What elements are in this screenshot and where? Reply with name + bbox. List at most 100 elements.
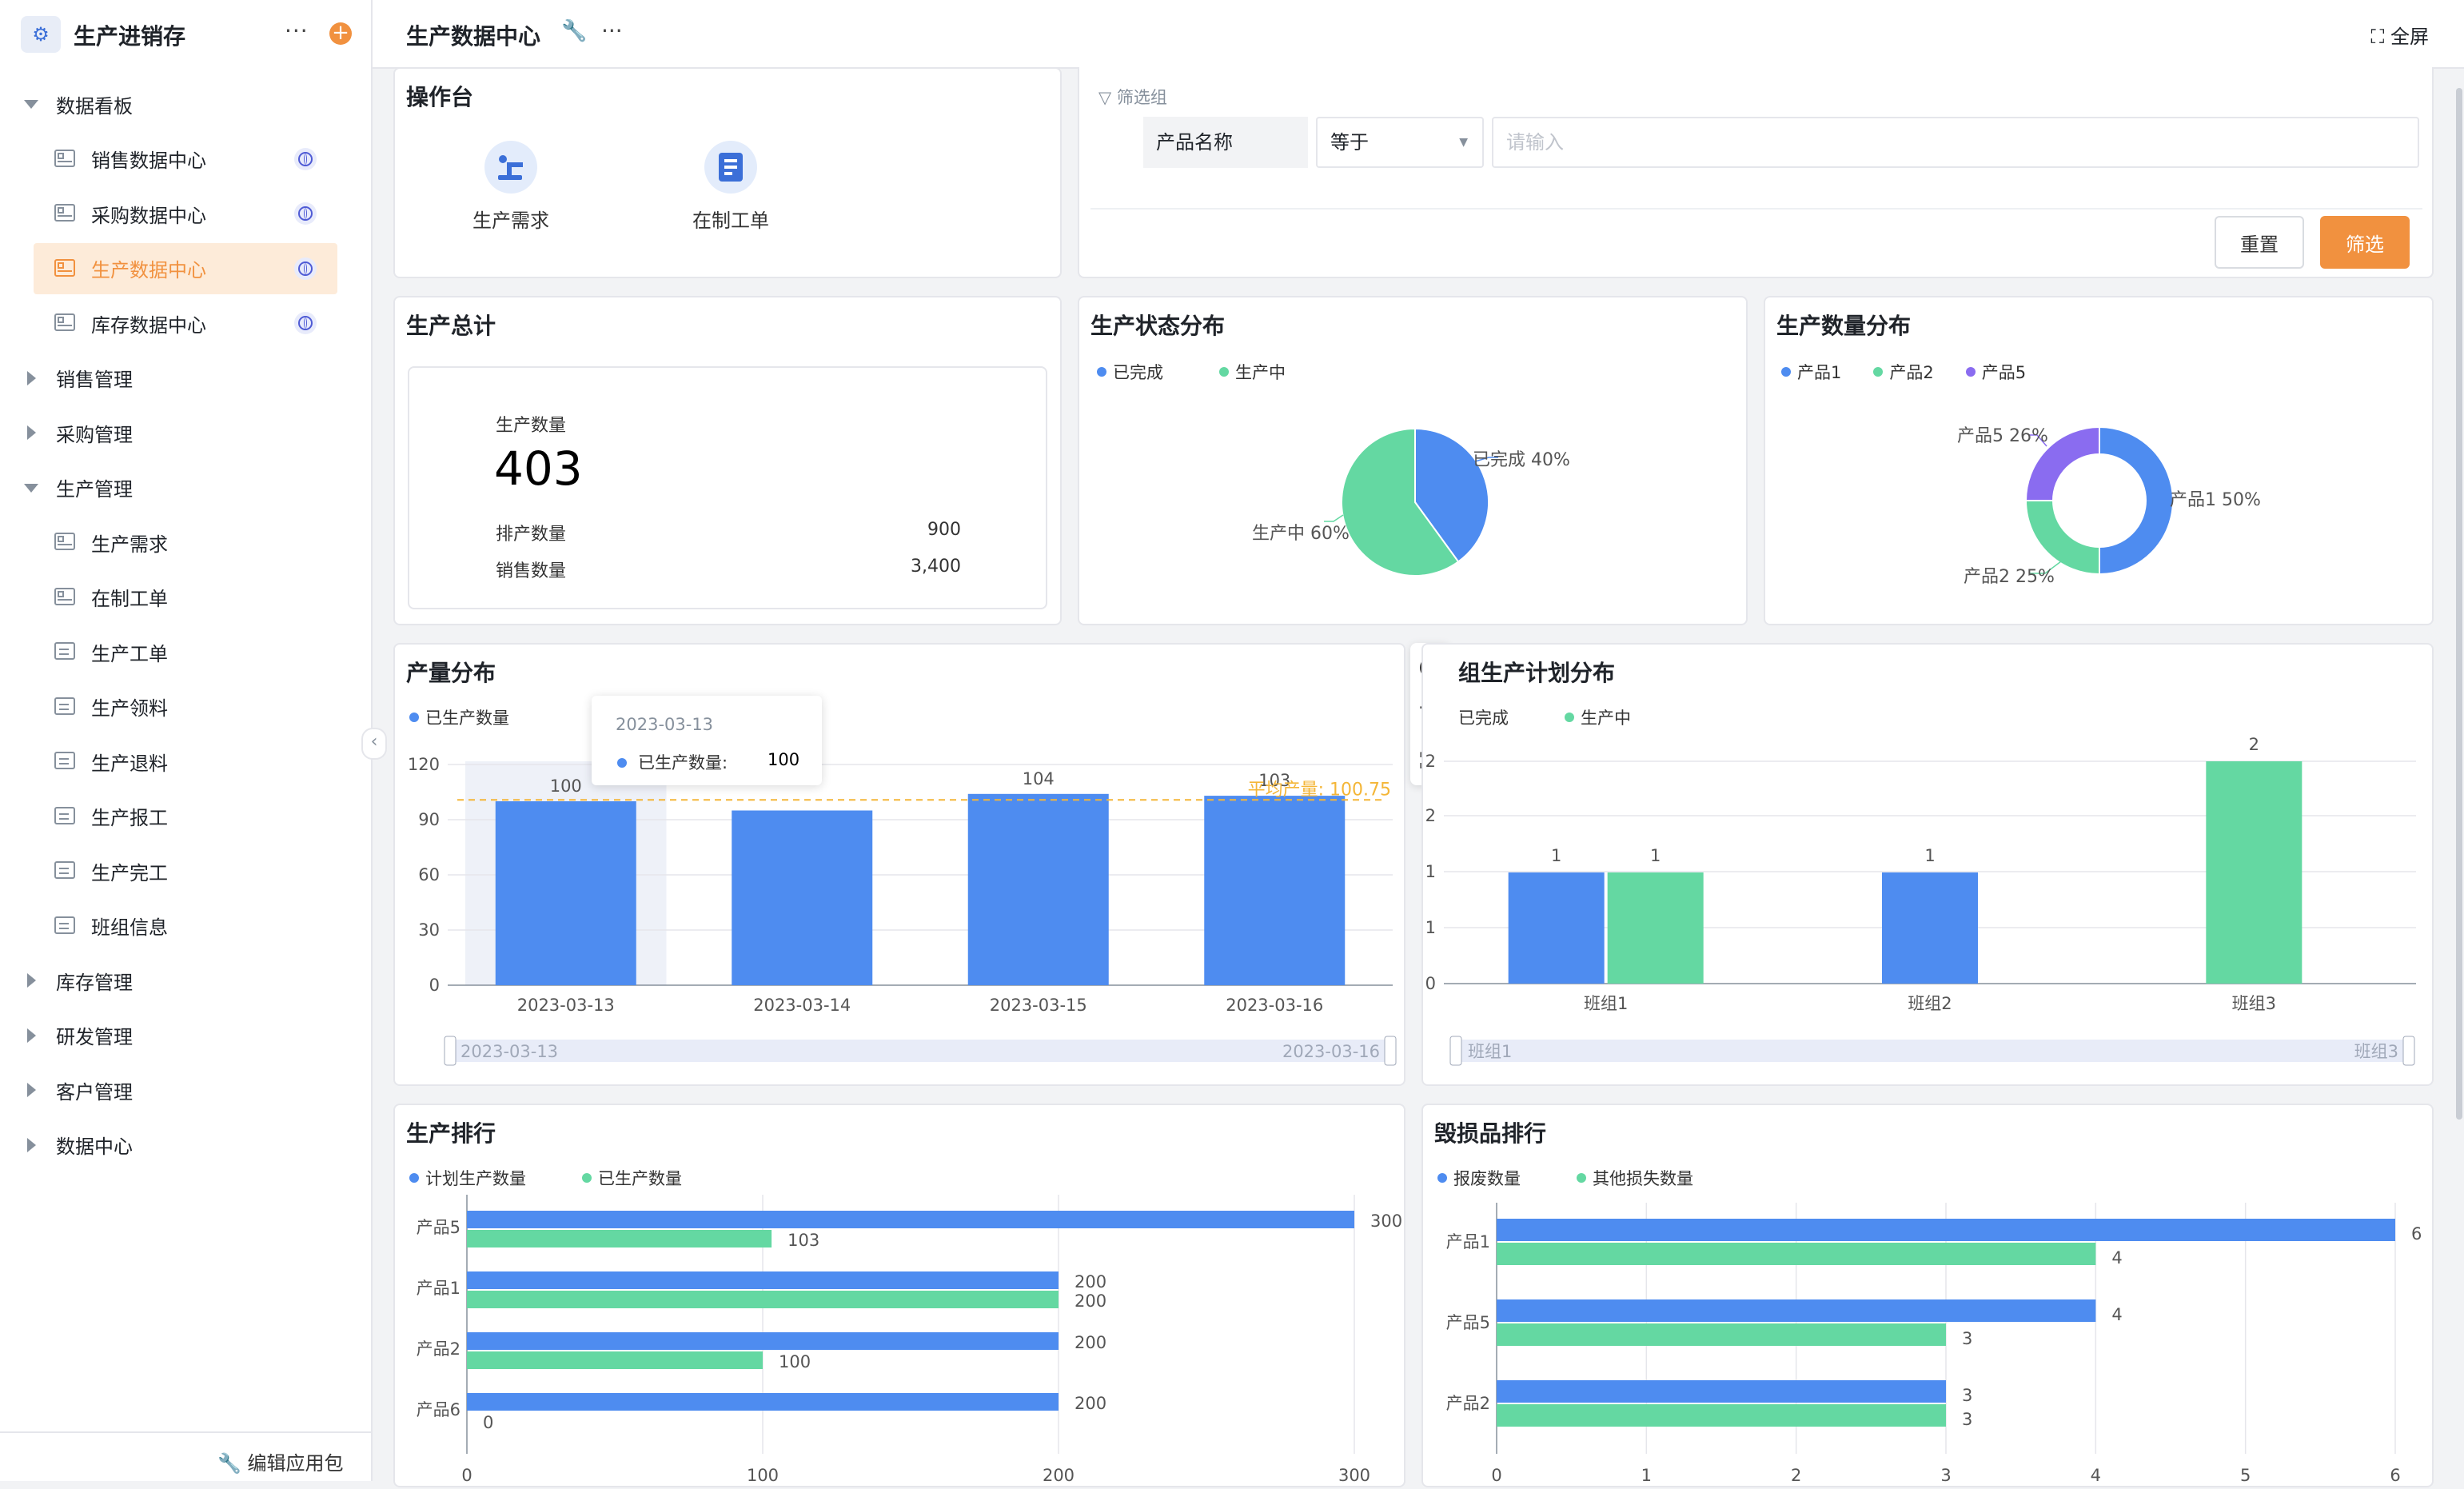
edit-package-button[interactable]: 🔧 编辑应用包 bbox=[217, 1447, 344, 1475]
nav-group[interactable]: 销售管理 bbox=[0, 353, 371, 404]
form-icon bbox=[54, 916, 75, 934]
y-tick-label: 产品6 bbox=[417, 1400, 461, 1419]
page-scrollbar[interactable] bbox=[2456, 88, 2462, 1120]
nav-group[interactable]: 数据中心 bbox=[0, 1120, 371, 1171]
filter-operator-select[interactable]: 等于 ▼ bbox=[1316, 117, 1484, 168]
output-bar-tooltip: 2023-03-13 已生产数量: 100 bbox=[592, 696, 822, 785]
slice-label: 产品2 25% bbox=[1964, 567, 2055, 587]
nav-group[interactable]: 客户管理 bbox=[0, 1064, 371, 1116]
bar bbox=[1508, 872, 1605, 984]
totals-main-value: 403 bbox=[494, 441, 583, 496]
nav-group-label: 研发管理 bbox=[56, 1026, 133, 1048]
app-more-button[interactable]: ··· bbox=[285, 18, 309, 44]
x-tick-label: 300 bbox=[1338, 1466, 1370, 1485]
nav-group[interactable]: 生产管理 bbox=[0, 462, 371, 513]
globe-icon[interactable] bbox=[294, 202, 317, 225]
page-settings-icon[interactable]: 🔧 bbox=[561, 19, 587, 43]
x-tick-label: 0 bbox=[461, 1466, 472, 1485]
nav-group-label: 数据看板 bbox=[56, 94, 133, 118]
dashboard-icon bbox=[54, 204, 75, 222]
sidebar-item-label: 生产数据中心 bbox=[91, 259, 206, 281]
sidebar-item[interactable]: 生产工单 bbox=[34, 626, 337, 677]
console-action-1[interactable]: 在制工单 bbox=[679, 141, 783, 245]
label-line bbox=[1324, 514, 1344, 522]
bar bbox=[967, 793, 1109, 985]
sidebar-item[interactable]: 采购数据中心 bbox=[34, 188, 337, 239]
sidebar-item[interactable]: 班组信息 bbox=[34, 900, 337, 952]
nav-group[interactable]: 数据看板 bbox=[0, 78, 371, 130]
zoom-handle-right bbox=[2402, 1036, 2415, 1066]
reset-button[interactable]: 重置 bbox=[2215, 216, 2304, 269]
donut-slice bbox=[2024, 500, 2100, 576]
bar bbox=[1497, 1404, 1946, 1427]
dashboard-icon bbox=[54, 149, 75, 167]
caret-right-icon bbox=[27, 1137, 36, 1152]
sidebar-item-label: 生产工单 bbox=[91, 642, 168, 665]
add-button[interactable]: + bbox=[329, 22, 352, 45]
bar bbox=[467, 1291, 1059, 1308]
sidebar-item[interactable]: 库存数据中心 bbox=[34, 297, 337, 349]
tooltip-date: 2023-03-13 bbox=[616, 715, 714, 734]
sidebar-item[interactable]: 在制工单 bbox=[34, 572, 337, 623]
globe-icon[interactable] bbox=[294, 257, 317, 280]
globe-icon[interactable] bbox=[294, 312, 317, 334]
nav-group[interactable]: 研发管理 bbox=[0, 1010, 371, 1061]
globe-icon[interactable] bbox=[294, 147, 317, 170]
zoom-start-label: 班组1 bbox=[1468, 1042, 1512, 1061]
y-tick-label: 产品2 bbox=[417, 1339, 461, 1359]
caret-down-icon bbox=[24, 483, 38, 493]
console-action-0[interactable]: 生产需求 bbox=[459, 141, 563, 245]
data-label: 2 bbox=[2249, 735, 2259, 754]
form-icon bbox=[54, 752, 75, 769]
status-pie-chart: 已完成 40% 生产中 60% bbox=[1252, 427, 1570, 577]
filter-field-label: 产品名称 bbox=[1143, 117, 1308, 168]
zoom-handle-left bbox=[444, 1036, 457, 1066]
x-tick-label: 6 bbox=[2390, 1466, 2400, 1485]
data-label: 300 bbox=[1370, 1212, 1402, 1231]
bar bbox=[1497, 1243, 2096, 1265]
x-tick-label: 班组2 bbox=[1908, 994, 1952, 1013]
y-tick-label: 30 bbox=[418, 920, 440, 940]
sidebar-item[interactable]: 生产数据中心 bbox=[34, 242, 337, 294]
nav-group[interactable]: 库存管理 bbox=[0, 955, 371, 1006]
sidebar-item[interactable]: 生产报工 bbox=[34, 791, 337, 842]
sidebar-item[interactable]: 生产领料 bbox=[34, 681, 337, 733]
collapse-sidebar-button[interactable]: ‹ bbox=[361, 728, 387, 760]
fullscreen-button[interactable]: ⛶ 全屏 bbox=[2371, 21, 2429, 49]
page-more-button[interactable]: ··· bbox=[601, 18, 623, 44]
sidebar-item[interactable]: 生产退料 bbox=[34, 736, 337, 787]
page-title: 生产数据中心 bbox=[406, 23, 541, 50]
x-tick-label: 5 bbox=[2240, 1466, 2251, 1485]
sidebar-item[interactable]: 销售数据中心 bbox=[34, 134, 337, 185]
sidebar-footer: 🔧 编辑应用包 bbox=[0, 1431, 371, 1483]
y-tick-label: 产品1 bbox=[1446, 1232, 1490, 1251]
data-label: 200 bbox=[1075, 1272, 1106, 1291]
sidebar-item[interactable]: 生产完工 bbox=[34, 845, 337, 896]
data-label: 3 bbox=[1962, 1329, 1972, 1348]
y-tick-label: 产品5 bbox=[417, 1218, 461, 1237]
sidebar-header: ⚙ 生产进销存 ··· + bbox=[0, 0, 371, 69]
y-tick-label: 90 bbox=[418, 810, 440, 829]
zoom-end-label: 班组3 bbox=[2354, 1042, 2398, 1061]
qty-pie-chart: 产品1 50% 产品2 25% 产品5 26% bbox=[1957, 425, 2261, 587]
apply-filter-button[interactable]: 筛选 bbox=[2320, 216, 2410, 269]
form-icon bbox=[54, 806, 75, 824]
filter-value-input[interactable]: 请输入 bbox=[1492, 117, 2419, 168]
sidebar-item[interactable]: 生产需求 bbox=[34, 517, 337, 568]
console-card: 操作台 生产需求 在制工单 bbox=[393, 67, 1062, 278]
nav-group[interactable]: 采购管理 bbox=[0, 407, 371, 458]
x-tick-label: 2 bbox=[1791, 1466, 1801, 1485]
x-tick-label: 1 bbox=[1641, 1466, 1652, 1485]
bar bbox=[467, 1230, 772, 1247]
x-tick-label: 200 bbox=[1043, 1466, 1075, 1485]
average-label: 平均产量: 100.75 bbox=[1248, 780, 1391, 800]
bar bbox=[467, 1332, 1059, 1350]
nav-group-label: 数据中心 bbox=[56, 1136, 133, 1158]
console-action-label: 生产需求 bbox=[472, 210, 549, 232]
fullscreen-label: 全屏 bbox=[2390, 26, 2429, 48]
bar bbox=[1204, 796, 1346, 985]
y-tick-label: 0 bbox=[1425, 974, 1436, 993]
dashboard-icon bbox=[54, 258, 75, 277]
x-tick-label: 4 bbox=[2091, 1466, 2101, 1485]
totals-row-0-value: 900 bbox=[927, 520, 961, 540]
